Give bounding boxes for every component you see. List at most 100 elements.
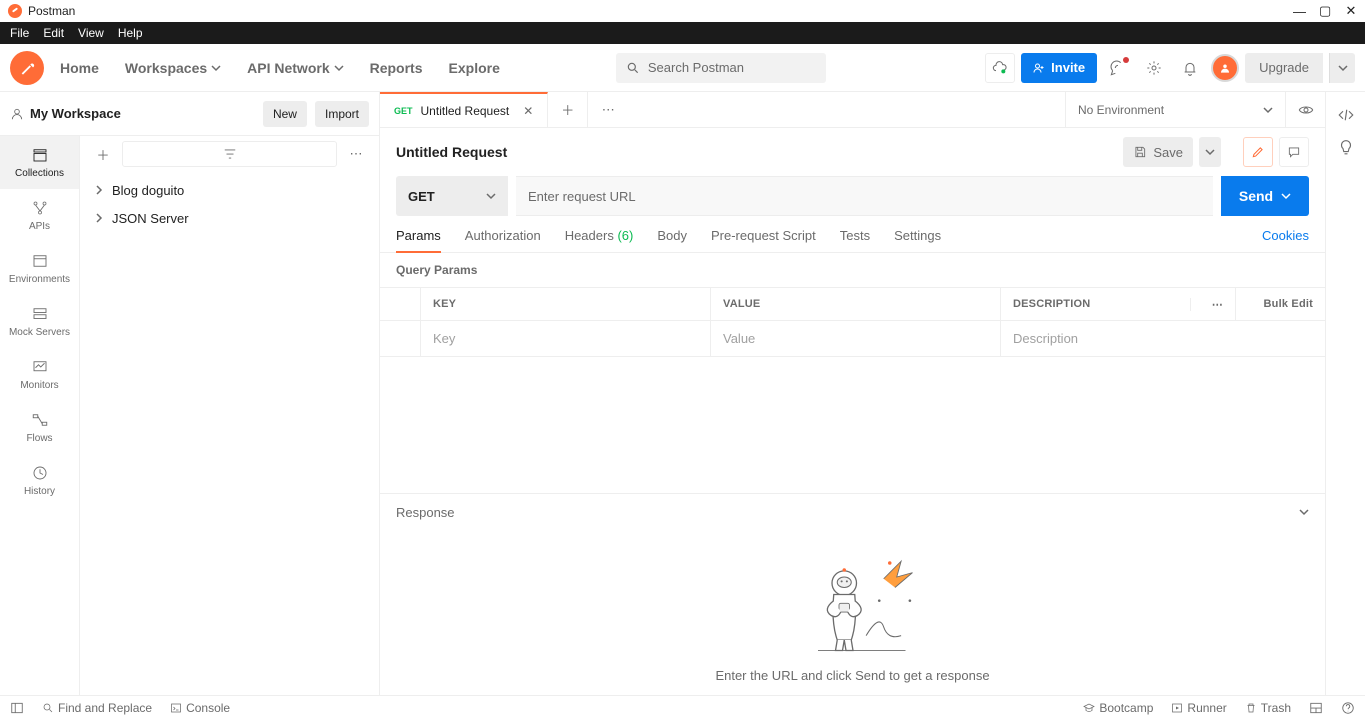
- cookies-link[interactable]: Cookies: [1262, 228, 1309, 252]
- workspace-title[interactable]: My Workspace: [10, 106, 255, 121]
- tree-item[interactable]: Blog doguito: [80, 176, 379, 204]
- chevron-down-icon: [1263, 105, 1273, 115]
- add-tab-button[interactable]: ＋: [548, 92, 588, 127]
- key-input[interactable]: Key: [420, 321, 710, 356]
- trash-icon: [1245, 702, 1257, 714]
- find-replace-button[interactable]: Find and Replace: [42, 701, 152, 715]
- settings-button[interactable]: [1139, 53, 1169, 83]
- comment-button[interactable]: [1279, 137, 1309, 167]
- chevron-down-icon: [211, 63, 221, 73]
- close-tab-button[interactable]: ✕: [523, 104, 533, 118]
- chevron-down-icon: [486, 191, 496, 201]
- response-section: Response: [380, 493, 1325, 695]
- menu-help[interactable]: Help: [118, 26, 143, 40]
- rail-monitors[interactable]: Monitors: [0, 348, 79, 401]
- pencil-icon: [1251, 145, 1265, 159]
- runner-button[interactable]: Runner: [1171, 701, 1226, 715]
- method-selector[interactable]: GET: [396, 176, 508, 216]
- save-button[interactable]: Save: [1123, 137, 1193, 167]
- request-title[interactable]: Untitled Request: [396, 144, 507, 160]
- nav-home[interactable]: Home: [50, 60, 109, 76]
- invite-button[interactable]: Invite: [1021, 53, 1097, 83]
- send-button[interactable]: Send: [1221, 176, 1309, 216]
- brand-icon[interactable]: [10, 51, 44, 85]
- environment-selector[interactable]: No Environment: [1065, 92, 1285, 127]
- menu-edit[interactable]: Edit: [43, 26, 64, 40]
- filter-icon: [223, 147, 237, 161]
- close-window-button[interactable]: ✕: [1345, 3, 1357, 19]
- notifications-button[interactable]: [1175, 53, 1205, 83]
- sidebar: ＋ ⋯ Blog doguito JSON Server: [80, 136, 380, 695]
- rail-flows[interactable]: Flows: [0, 401, 79, 454]
- code-snippet-button[interactable]: [1337, 106, 1355, 124]
- desc-input[interactable]: Description: [1000, 321, 1325, 356]
- search-placeholder: Search Postman: [648, 60, 744, 75]
- nav-reports[interactable]: Reports: [360, 60, 433, 76]
- edit-button[interactable]: [1243, 137, 1273, 167]
- import-button[interactable]: Import: [315, 101, 369, 127]
- maximize-button[interactable]: ▢: [1319, 3, 1331, 19]
- subtab-body[interactable]: Body: [657, 228, 687, 252]
- sync-button[interactable]: [985, 53, 1015, 83]
- console-button[interactable]: Console: [170, 701, 230, 715]
- params-options-button[interactable]: ⋯: [1212, 298, 1223, 311]
- value-input[interactable]: Value: [710, 321, 1000, 356]
- subtab-settings[interactable]: Settings: [894, 228, 941, 252]
- request-tab[interactable]: GET Untitled Request ✕: [380, 92, 548, 127]
- layout-button[interactable]: [1309, 701, 1323, 715]
- rail-mock-servers[interactable]: Mock Servers: [0, 295, 79, 348]
- filter-button[interactable]: [122, 141, 337, 167]
- trash-button[interactable]: Trash: [1245, 701, 1291, 715]
- topnav: Home Workspaces API Network Reports Expl…: [0, 44, 1365, 92]
- col-key: KEY: [420, 288, 710, 320]
- invite-icon: [1033, 62, 1045, 74]
- upgrade-button[interactable]: Upgrade: [1245, 53, 1323, 83]
- sidebar-more-button[interactable]: ⋯: [343, 141, 369, 167]
- user-avatar[interactable]: [1211, 54, 1239, 82]
- params-row[interactable]: Key Value Description: [380, 321, 1325, 357]
- capture-button[interactable]: [1103, 53, 1133, 83]
- workspace-header: My Workspace New Import: [0, 92, 380, 136]
- sidebar-toggle[interactable]: [10, 701, 24, 715]
- rail-history[interactable]: History: [0, 454, 79, 507]
- url-placeholder: Enter request URL: [528, 189, 636, 204]
- statusbar: Find and Replace Console Bootcamp Runner…: [0, 695, 1365, 719]
- info-button[interactable]: [1337, 138, 1355, 156]
- collection-tree: Blog doguito JSON Server: [80, 172, 379, 236]
- global-search[interactable]: Search Postman: [616, 53, 826, 83]
- query-params-label: Query Params: [380, 253, 1325, 287]
- nav-workspaces[interactable]: Workspaces: [115, 60, 231, 76]
- menu-file[interactable]: File: [10, 26, 29, 40]
- subtab-params[interactable]: Params: [396, 228, 441, 253]
- rail-collections[interactable]: Collections: [0, 136, 79, 189]
- nav-api-network[interactable]: API Network: [237, 60, 353, 76]
- minimize-button[interactable]: —: [1293, 4, 1305, 19]
- rail-environments[interactable]: Environments: [0, 242, 79, 295]
- bootcamp-button[interactable]: Bootcamp: [1083, 701, 1153, 715]
- col-desc: DESCRIPTION: [1000, 288, 1190, 320]
- notification-dot: [1123, 57, 1129, 63]
- help-button[interactable]: [1341, 701, 1355, 715]
- subtab-headers[interactable]: Headers (6): [565, 228, 634, 252]
- empty-response-illustration: [783, 550, 923, 660]
- upgrade-dropdown[interactable]: [1329, 53, 1355, 83]
- add-collection-button[interactable]: ＋: [90, 141, 116, 167]
- menu-view[interactable]: View: [78, 26, 104, 40]
- nav-explore[interactable]: Explore: [439, 60, 510, 76]
- subtab-tests[interactable]: Tests: [840, 228, 870, 252]
- url-input[interactable]: Enter request URL: [516, 176, 1213, 216]
- tree-item[interactable]: JSON Server: [80, 204, 379, 232]
- menubar: File Edit View Help: [0, 22, 1365, 44]
- subtab-prerequest[interactable]: Pre-request Script: [711, 228, 816, 252]
- tab-title: Untitled Request: [421, 104, 510, 118]
- code-icon: [1337, 106, 1355, 124]
- bulk-edit-button[interactable]: Bulk Edit: [1235, 288, 1325, 320]
- gear-icon: [1146, 60, 1162, 76]
- environment-quicklook[interactable]: [1285, 92, 1325, 127]
- save-dropdown[interactable]: [1199, 137, 1221, 167]
- subtab-authorization[interactable]: Authorization: [465, 228, 541, 252]
- chevron-down-icon[interactable]: [1299, 507, 1309, 517]
- rail-apis[interactable]: APIs: [0, 189, 79, 242]
- new-button[interactable]: New: [263, 101, 307, 127]
- tab-more-button[interactable]: ⋯: [588, 92, 628, 127]
